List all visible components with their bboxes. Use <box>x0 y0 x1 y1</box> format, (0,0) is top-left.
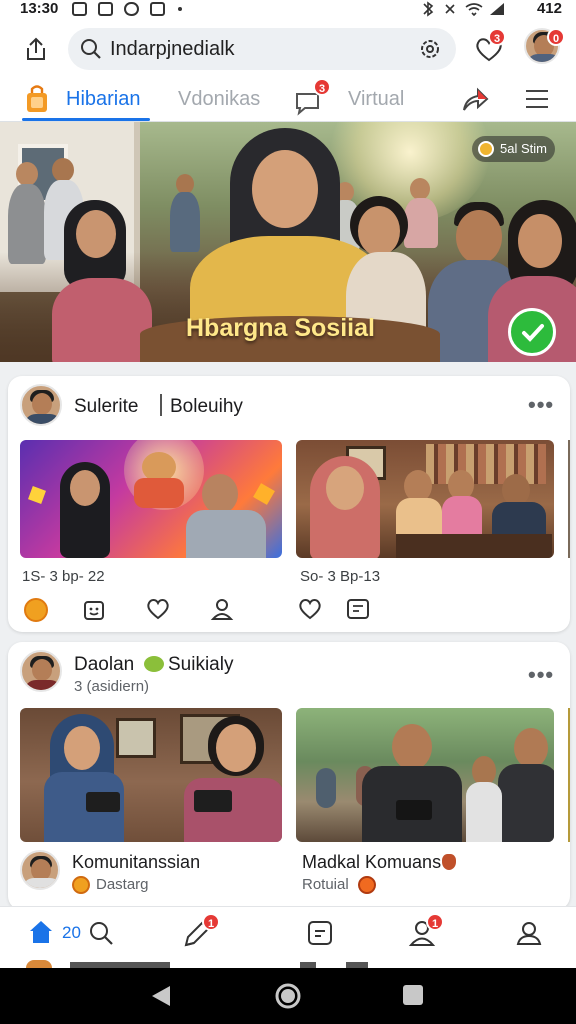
note-icon[interactable] <box>306 919 334 947</box>
battery-level: 412 <box>536 0 562 17</box>
emoji-icon[interactable] <box>82 598 106 622</box>
scroll-peek <box>0 958 576 968</box>
more-options-button[interactable]: ••• <box>528 392 554 418</box>
community-name[interactable]: Madkal Komuans <box>302 852 441 873</box>
author-avatar[interactable] <box>20 384 62 426</box>
bottom-nav: 20 1 1 <box>0 906 576 958</box>
search-icon <box>81 39 101 59</box>
reaction-icon[interactable] <box>24 598 48 622</box>
home-button-icon[interactable] <box>274 982 302 1010</box>
shopping-bag-icon <box>27 85 47 112</box>
author-avatar[interactable] <box>20 650 62 692</box>
search-input[interactable]: Indarpjnedialk <box>68 28 456 70</box>
tab-active-indicator <box>22 118 150 121</box>
fire-icon <box>442 854 456 870</box>
menu-icon[interactable] <box>524 88 550 110</box>
emoji-badge-icon <box>144 656 164 672</box>
image-icon <box>98 2 113 16</box>
home-count: 20 <box>62 923 81 942</box>
notification-badge: 3 <box>488 28 506 46</box>
hero-tag[interactable]: 5al Stim <box>472 136 555 162</box>
post-meta: So- 3 Bp-13 <box>300 568 381 585</box>
settings-icon[interactable] <box>418 37 442 61</box>
system-nav-bar <box>0 968 576 1024</box>
people-badge: 1 <box>426 913 444 931</box>
person-icon[interactable] <box>210 597 234 621</box>
post-subtitle: Boleuihy <box>170 396 243 417</box>
community-icon <box>358 876 376 894</box>
heart-icon[interactable] <box>146 598 170 620</box>
community-media[interactable] <box>296 708 554 842</box>
post-subtitle: 3 (asidiern) <box>74 678 150 695</box>
search-value: Indarpjnedialk <box>110 38 235 60</box>
post-media[interactable] <box>20 440 282 558</box>
signal-icon <box>490 3 504 15</box>
post-media[interactable] <box>296 440 554 558</box>
recents-icon[interactable] <box>402 984 424 1006</box>
community-icon <box>72 876 90 894</box>
post-card: Daolan Suikialy 3 (asidiern) ••• Komunit… <box>8 642 570 910</box>
title-divider <box>160 394 162 416</box>
app-screen: 13:30 412 Indarpjnedialk 3 0 Hibarian Vd… <box>0 0 576 1024</box>
community-sub: Rotuial <box>302 876 349 893</box>
location-icon <box>478 141 494 157</box>
tab-chat-badge: 3 <box>313 78 331 96</box>
heart-icon[interactable] <box>298 598 322 620</box>
home-icon[interactable] <box>28 919 54 945</box>
share-arrow-icon[interactable] <box>460 86 490 114</box>
photo-icon <box>72 2 87 16</box>
status-bar: 13:30 412 <box>0 0 576 18</box>
note-icon[interactable] <box>346 598 370 620</box>
post-author[interactable]: Daolan <box>74 654 134 676</box>
hero-banner[interactable]: Hbargna Sosiial 5al Stim <box>0 122 576 362</box>
profile-icon[interactable] <box>514 919 544 947</box>
wifi-icon <box>465 3 483 17</box>
more-options-button[interactable]: ••• <box>528 662 554 688</box>
tab-virtual[interactable]: Virtual <box>348 88 404 111</box>
checkmark-button[interactable] <box>508 308 556 356</box>
post-meta: 1S- 3 bp- 22 <box>22 568 105 585</box>
chat-icon <box>124 2 139 16</box>
more-dot-icon <box>178 7 182 11</box>
community-sub: Dastarg <box>96 876 149 893</box>
bluetooth-icon <box>423 1 434 17</box>
check-icon <box>522 324 544 342</box>
mute-icon <box>445 4 455 14</box>
community-avatar[interactable] <box>20 850 60 890</box>
post-card: Sulerite Boleuihy ••• 1S- 3 bp- 22 So- 3… <box>8 376 570 632</box>
hero-title: Hbargna Sosiial <box>186 314 375 342</box>
status-icons <box>423 1 504 17</box>
tab-hibarian[interactable]: Hibarian <box>66 88 140 111</box>
tab-vdonikas[interactable]: Vdonikas <box>178 88 260 111</box>
game-icon <box>150 2 165 16</box>
back-icon[interactable] <box>150 984 172 1008</box>
post-badge: 1 <box>202 913 220 931</box>
community-name[interactable]: Komunitanssian <box>72 852 200 873</box>
hero-tag-label: 5al Stim <box>500 141 547 156</box>
post-author[interactable]: Sulerite <box>74 396 138 418</box>
share-icon[interactable] <box>20 34 50 64</box>
tab-bar: Hibarian Vdonikas 3 Virtual <box>0 78 576 122</box>
profile-badge: 0 <box>547 28 565 46</box>
status-time: 13:30 <box>20 0 59 17</box>
community-media[interactable] <box>20 708 282 842</box>
post-author-suffix: Suikialy <box>168 654 234 675</box>
top-bar: Indarpjnedialk 3 0 <box>0 18 576 80</box>
search-icon[interactable] <box>88 920 114 946</box>
